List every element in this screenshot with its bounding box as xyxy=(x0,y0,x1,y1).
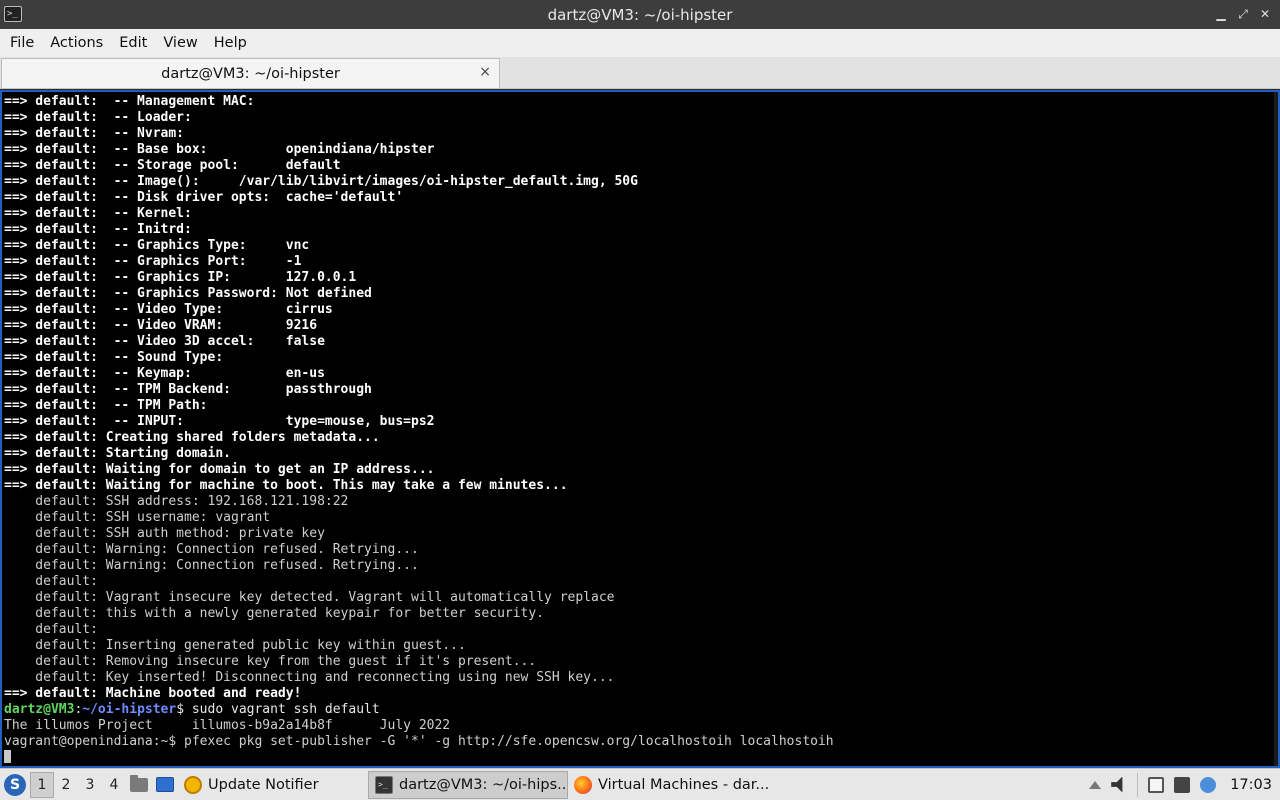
file-manager-launcher[interactable] xyxy=(126,772,152,798)
task-update-notifier[interactable]: Update Notifier xyxy=(178,771,368,799)
terminal-line: ==> default: Starting domain. xyxy=(4,446,231,461)
task-label: Virtual Machines - dar... xyxy=(598,776,768,793)
restore-icon[interactable]: ⤢ xyxy=(1234,5,1252,23)
window-title: dartz@VM3: ~/oi-hipster xyxy=(547,5,733,24)
menu-file[interactable]: File xyxy=(2,31,42,55)
terminal-line: ==> default: -- INPUT: type=mouse, bus=p… xyxy=(4,414,435,429)
tab-bar: dartz@VM3: ~/oi-hipster × xyxy=(0,57,1280,89)
terminal-line: ==> default: -- Video VRAM: 9216 xyxy=(4,318,318,333)
terminal-line: default: SSH address: 192.168.121.198:22 xyxy=(4,494,349,509)
terminal-scrollbar[interactable] xyxy=(1274,92,1278,766)
clock[interactable]: 17:03 xyxy=(1230,777,1272,793)
task-label: Update Notifier xyxy=(208,776,319,793)
terminal-line: default: Inserting generated public key … xyxy=(4,638,466,653)
terminal-line: default: SSH username: vagrant xyxy=(4,510,271,525)
desktop-2-button[interactable]: 2 xyxy=(54,772,78,798)
prompt-command: sudo vagrant ssh default xyxy=(184,702,380,717)
terminal-line: default: xyxy=(4,622,98,637)
firefox-icon xyxy=(574,775,592,794)
task-terminal[interactable]: >_ dartz@VM3: ~/oi-hips... xyxy=(368,770,568,799)
terminal-line: default: Warning: Connection refused. Re… xyxy=(4,542,419,557)
terminal-output[interactable]: ==> default: -- Management MAC: ==> defau… xyxy=(0,90,1280,768)
cursor-line xyxy=(4,750,1278,766)
task-label: dartz@VM3: ~/oi-hips... xyxy=(399,776,568,793)
start-menu-button[interactable]: S xyxy=(0,770,30,800)
minimize-icon[interactable]: ▁ xyxy=(1212,5,1230,23)
window-titlebar: >_ dartz@VM3: ~/oi-hipster ▁ ⤢ ✕ xyxy=(0,0,1280,29)
menu-actions[interactable]: Actions xyxy=(42,31,111,55)
terminal-line: ==> default: -- TPM Backend: passthrough xyxy=(4,382,372,397)
terminal-line: default: Vagrant insecure key detected. … xyxy=(4,590,615,605)
menu-help[interactable]: Help xyxy=(206,31,255,55)
task-virtual-machines[interactable]: Virtual Machines - dar... xyxy=(568,771,768,799)
taskbar: S 1 2 3 4 Update Notifier >_ dartz@VM3: … xyxy=(0,768,1280,800)
terminal-line: ==> default: -- Video 3D accel: false xyxy=(4,334,325,349)
clipboard-icon[interactable] xyxy=(1148,776,1165,793)
folder-icon xyxy=(130,774,148,792)
system-tray: 17:03 xyxy=(1089,769,1280,800)
terminal-line: default: this with a newly generated key… xyxy=(4,606,545,621)
terminal-line: default: Removing insecure key from the … xyxy=(4,654,537,669)
terminal-line: ==> default: -- Initrd: xyxy=(4,222,192,237)
prompt-symbol: $ xyxy=(176,702,185,717)
network-icon[interactable] xyxy=(1174,776,1191,793)
motd-line: The illumos Project illumos-b9a2a14b8f J… xyxy=(4,718,451,733)
menubar: File Actions Edit View Help xyxy=(0,29,1280,57)
terminal-line: ==> default: -- Loader: xyxy=(4,110,192,125)
volume-icon[interactable] xyxy=(1111,776,1123,793)
prompt-path: ~/oi-hipster xyxy=(82,702,177,717)
tab-close-icon[interactable]: × xyxy=(479,64,491,80)
update-tray-icon[interactable] xyxy=(1200,776,1217,793)
update-notifier-icon xyxy=(184,775,202,794)
desktop-4-button[interactable]: 4 xyxy=(102,772,126,798)
terminal-line: ==> default: Waiting for domain to get a… xyxy=(4,462,435,477)
menu-edit[interactable]: Edit xyxy=(111,31,155,55)
prompt-user-host: dartz@VM3 xyxy=(4,702,75,717)
terminal-line: ==> default: -- Video Type: cirrus xyxy=(4,302,333,317)
tray-expand-icon[interactable] xyxy=(1089,780,1102,789)
terminal-line: ==> default: -- Storage pool: default xyxy=(4,158,341,173)
terminal-line: ==> default: Creating shared folders met… xyxy=(4,430,380,445)
terminal-line: ==> default: -- Base box: openindiana/hi… xyxy=(4,142,435,157)
terminal-line: ==> default: -- Disk driver opts: cache=… xyxy=(4,190,404,205)
terminal-line: ==> default: Waiting for machine to boot… xyxy=(4,478,568,493)
desktop-3-button[interactable]: 3 xyxy=(78,772,102,798)
terminal-app-icon[interactable]: >_ xyxy=(4,6,22,22)
tab-label: dartz@VM3: ~/oi-hipster xyxy=(161,65,340,82)
terminal-line: ==> default: -- Graphics IP: 127.0.0.1 xyxy=(4,270,357,285)
terminal-line: default: Warning: Connection refused. Re… xyxy=(4,558,419,573)
show-desktop-launcher[interactable] xyxy=(152,772,178,798)
terminal-line: ==> default: -- Graphics Type: vnc xyxy=(4,238,310,253)
tab-terminal[interactable]: dartz@VM3: ~/oi-hipster × xyxy=(1,58,500,88)
terminal-line: ==> default: -- Image(): /var/lib/libvir… xyxy=(4,174,638,189)
terminal-line: ==> default: -- Management MAC: xyxy=(4,94,255,109)
text-cursor xyxy=(4,750,11,763)
terminal-line: ==> default: -- Sound Type: xyxy=(4,350,224,365)
terminal-icon: >_ xyxy=(375,775,393,794)
terminal-line: ==> default: -- TPM Path: xyxy=(4,398,208,413)
terminal-line: default: SSH auth method: private key xyxy=(4,526,325,541)
lxqt-logo-icon: S xyxy=(4,773,26,796)
terminal-line: ==> default: Machine booted and ready! xyxy=(4,686,302,701)
host-prompt-line: dartz@VM3:~/oi-hipster$ sudo vagrant ssh… xyxy=(4,702,1278,718)
terminal-line: ==> default: -- Graphics Port: -1 xyxy=(4,254,302,269)
terminal-line: default: xyxy=(4,574,98,589)
terminal-line: ==> default: -- Keymap: en-us xyxy=(4,366,325,381)
terminal-line: ==> default: -- Graphics Password: Not d… xyxy=(4,286,372,301)
terminal-line: default: Key inserted! Disconnecting and… xyxy=(4,670,615,685)
window-controls: ▁ ⤢ ✕ xyxy=(1212,5,1274,23)
guest-prompt-line: vagrant@openindiana:~$ pfexec pkg set-pu… xyxy=(4,734,834,749)
terminal-line: ==> default: -- Kernel: xyxy=(4,206,192,221)
terminal-line: ==> default: -- Nvram: xyxy=(4,126,185,141)
close-icon[interactable]: ✕ xyxy=(1256,5,1274,23)
menu-view[interactable]: View xyxy=(155,31,205,55)
tray-separator xyxy=(1137,772,1139,797)
show-desktop-icon xyxy=(156,777,174,792)
terminal-lines: ==> default: -- Management MAC: ==> defau… xyxy=(4,94,1278,702)
desktop-1-button[interactable]: 1 xyxy=(30,771,54,798)
